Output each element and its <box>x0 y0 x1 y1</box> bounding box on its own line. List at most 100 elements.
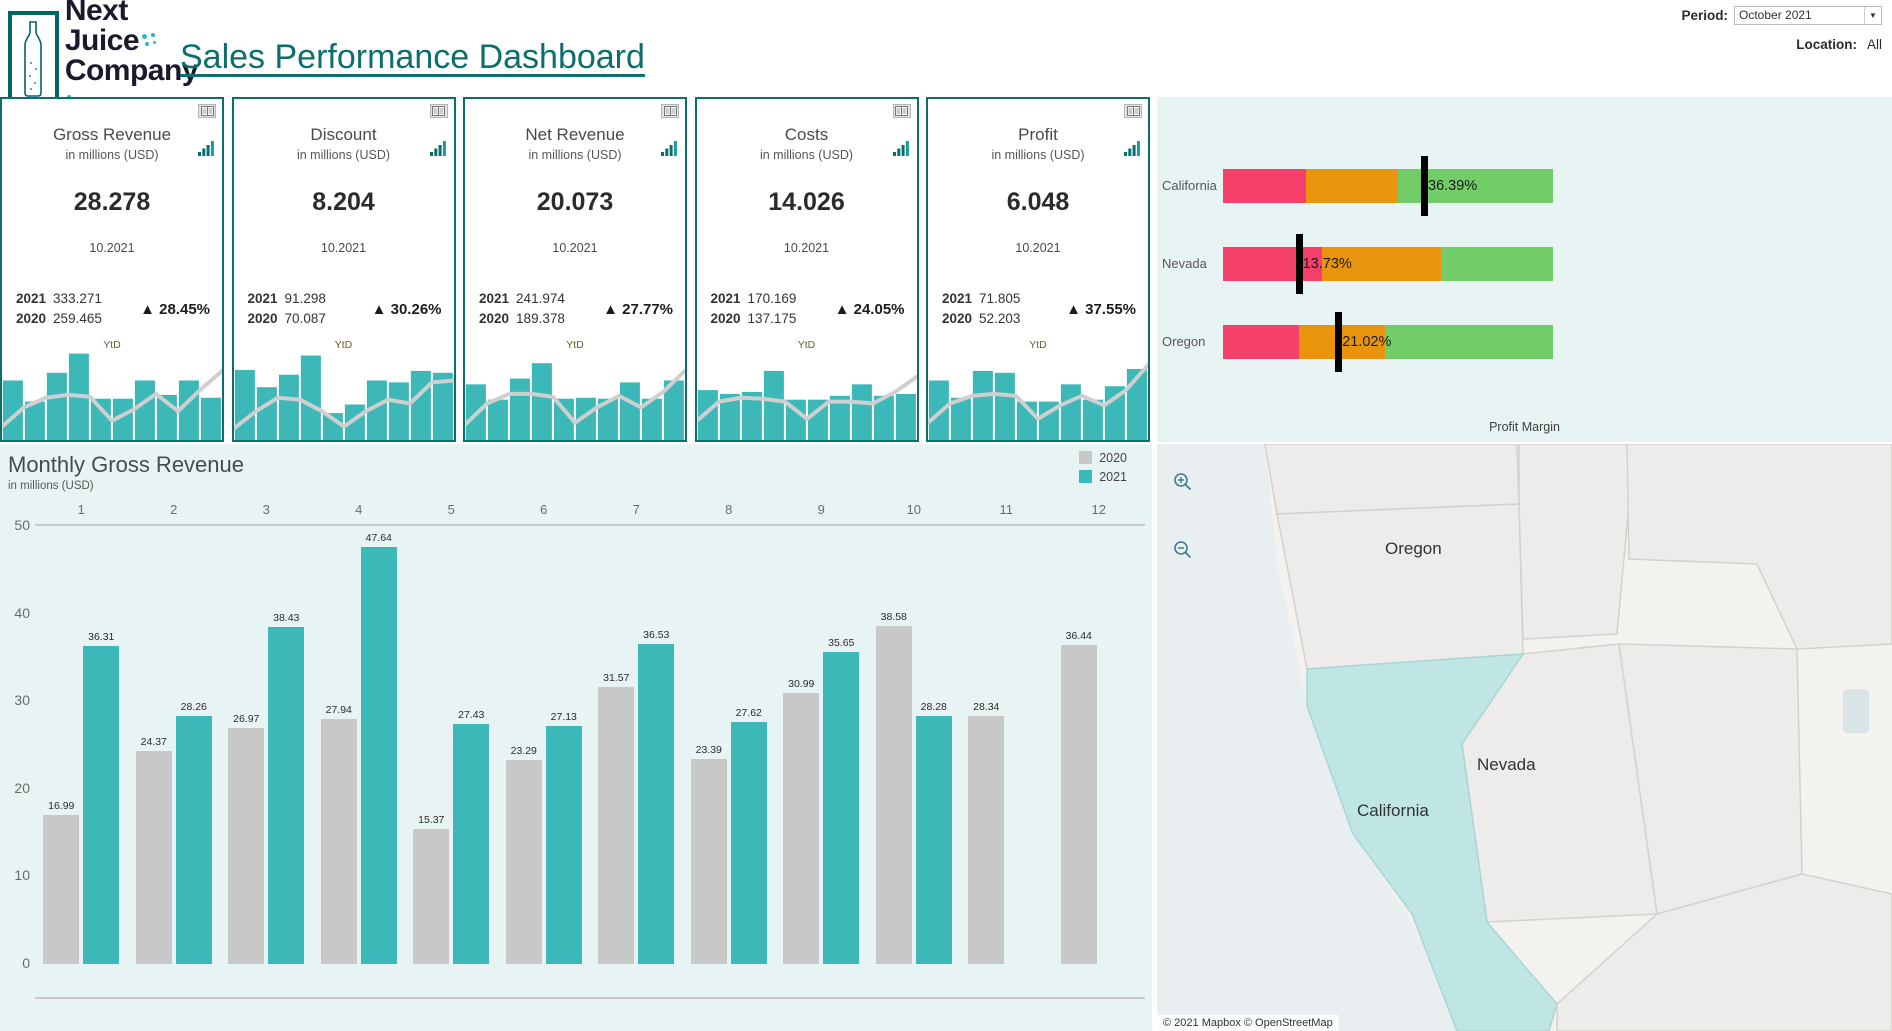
bar-2020-month-11[interactable] <box>968 716 1004 964</box>
period-select-value: October 2021 <box>1739 8 1812 22</box>
kpi-card-row: Gross Revenuein millions (USD)28.27810.2… <box>0 97 1152 442</box>
bullet-value-label: 36.39% <box>1428 169 1477 203</box>
kpi-period: 10.2021 <box>234 241 454 255</box>
card-chart-toggle[interactable] <box>198 141 215 156</box>
card-table-toggle[interactable] <box>198 104 216 118</box>
bar-2021-month-2[interactable] <box>176 716 212 964</box>
kpi-sparkline <box>465 344 685 440</box>
bar-label-2020-month-6: 23.29 <box>511 745 537 757</box>
map-label-california: California <box>1357 801 1429 821</box>
period-select[interactable]: October 2021 ▼ <box>1734 6 1882 25</box>
card-chart-toggle[interactable] <box>893 141 910 156</box>
table-view-icon <box>1127 106 1140 116</box>
kpi-title: Costs <box>697 125 917 145</box>
bar-label-2020-month-3: 26.97 <box>233 713 259 725</box>
map-label-nevada: Nevada <box>1477 755 1536 775</box>
y-axis-tick-30: 30 <box>2 692 30 708</box>
bar-2020-month-6[interactable] <box>506 760 542 964</box>
bullet-target-marker <box>1421 156 1428 216</box>
bar-label-2020-month-8: 23.39 <box>696 744 722 756</box>
kpi-sparkline <box>2 344 222 440</box>
bar-label-2020-month-10: 38.58 <box>881 611 907 623</box>
bar-label-2021-month-7: 36.53 <box>643 629 669 641</box>
card-chart-toggle[interactable] <box>1124 141 1141 156</box>
bar-2021-month-6[interactable] <box>546 726 582 964</box>
bar-2021-month-5[interactable] <box>453 724 489 964</box>
kpi-card-profit[interactable]: Profitin millions (USD)6.04810.202120217… <box>926 97 1150 442</box>
kpi-card-discount[interactable]: Discountin millions (USD)8.20410.2021202… <box>232 97 456 442</box>
map-attribution: © 2021 Mapbox © OpenStreetMap <box>1157 1015 1339 1031</box>
month-tick-7: 7 <box>633 502 640 517</box>
bar-2021-month-9[interactable] <box>823 652 859 964</box>
bar-label-2020-month-4: 27.94 <box>326 704 352 716</box>
legend-swatch <box>1079 470 1092 483</box>
table-view-icon <box>432 106 445 116</box>
kpi-value: 28.278 <box>2 188 222 217</box>
chart-subtitle: in millions (USD) <box>8 480 94 492</box>
bar-2020-month-4[interactable] <box>321 719 357 964</box>
map-canvas[interactable] <box>1157 444 1892 1031</box>
card-table-toggle[interactable] <box>893 104 911 118</box>
kpi-comparison: 2021333.2712020259.465▲ 28.45% <box>2 289 222 341</box>
month-tick-4: 4 <box>355 502 362 517</box>
kpi-subtitle: in millions (USD) <box>2 148 222 162</box>
kpi-value: 14.026 <box>697 188 917 217</box>
bar-2021-month-8[interactable] <box>731 722 767 964</box>
legend-item-2021[interactable]: 2021 <box>1079 468 1127 485</box>
bar-2020-month-10[interactable] <box>876 626 912 964</box>
profit-margin-panel: California36.39% Nevada13.73% Oregon21.02%… <box>1157 97 1892 442</box>
dashboard-page: Next Juice Company Sales Performance Das… <box>0 0 1892 1031</box>
bar-2020-month-7[interactable] <box>598 687 634 964</box>
map-zoom-in-button[interactable] <box>1169 468 1195 494</box>
legend-item-2020[interactable]: 2020 <box>1079 449 1127 466</box>
kpi-comparison: 2021241.9742020189.378▲ 27.77% <box>465 289 685 341</box>
bar-chart-icon <box>430 141 447 156</box>
bullet-row-nevada[interactable]: Nevada13.73% <box>1157 247 1892 281</box>
card-table-toggle[interactable] <box>430 104 448 118</box>
chart-legend: 2020 2021 <box>1079 449 1127 487</box>
period-filter-label: Period: <box>1681 8 1728 23</box>
dashboard-header: Next Juice Company Sales Performance Das… <box>0 0 1892 112</box>
map-zoom-out-button[interactable] <box>1169 536 1195 562</box>
kpi-card-net-revenue[interactable]: Net Revenuein millions (USD)20.07310.202… <box>463 97 687 442</box>
bar-2021-month-4[interactable] <box>361 547 397 964</box>
table-view-icon <box>895 106 908 116</box>
legend-label: 2020 <box>1099 451 1127 465</box>
bullet-row-oregon[interactable]: Oregon21.02% <box>1157 325 1892 359</box>
bar-2020-month-12[interactable] <box>1061 645 1097 964</box>
kpi-card-costs[interactable]: Costsin millions (USD)14.02610.202120211… <box>695 97 919 442</box>
card-chart-toggle[interactable] <box>661 141 678 156</box>
bottle-icon <box>18 21 48 97</box>
page-title: Sales Performance Dashboard <box>180 38 645 77</box>
profit-margin-caption: Profit Margin <box>1157 420 1892 434</box>
bar-2021-month-1[interactable] <box>83 646 119 964</box>
bullet-row-california[interactable]: California36.39% <box>1157 169 1892 203</box>
bar-2020-month-9[interactable] <box>783 693 819 964</box>
card-table-toggle[interactable] <box>661 104 679 118</box>
kpi-comparison: 202171.805202052.203▲ 37.55% <box>928 289 1148 341</box>
bar-2020-month-2[interactable] <box>136 751 172 964</box>
month-axis: 123456789101112 <box>35 502 1145 524</box>
table-view-icon <box>201 106 214 116</box>
kpi-card-gross-revenue[interactable]: Gross Revenuein millions (USD)28.27810.2… <box>0 97 224 442</box>
bullet-target-marker <box>1296 234 1303 294</box>
chevron-down-icon[interactable]: ▼ <box>1864 7 1881 24</box>
card-table-toggle[interactable] <box>1124 104 1142 118</box>
bar-2020-month-5[interactable] <box>413 829 449 964</box>
location-filter-label: Location: <box>1796 37 1857 52</box>
bar-2021-month-7[interactable] <box>638 644 674 964</box>
location-map[interactable]: Oregon Nevada California © 2021 Mapbox ©… <box>1157 444 1892 1031</box>
bar-2021-month-10[interactable] <box>916 716 952 964</box>
bar-label-2020-month-7: 31.57 <box>603 672 629 684</box>
axis-bottom-line <box>35 997 1145 999</box>
monthly-gross-revenue-chart: Monthly Gross Revenue in millions (USD) … <box>0 444 1152 1031</box>
bar-2021-month-3[interactable] <box>268 627 304 964</box>
card-chart-toggle[interactable] <box>430 141 447 156</box>
bar-2020-month-8[interactable] <box>691 759 727 964</box>
filter-panel: Period: October 2021 ▼ Location: All <box>1422 4 1882 62</box>
bar-label-2020-month-12: 36.44 <box>1066 630 1092 642</box>
legend-swatch <box>1079 451 1092 464</box>
bar-2020-month-3[interactable] <box>228 728 264 964</box>
location-filter-value[interactable]: All <box>1867 37 1882 52</box>
bar-2020-month-1[interactable] <box>43 815 79 964</box>
